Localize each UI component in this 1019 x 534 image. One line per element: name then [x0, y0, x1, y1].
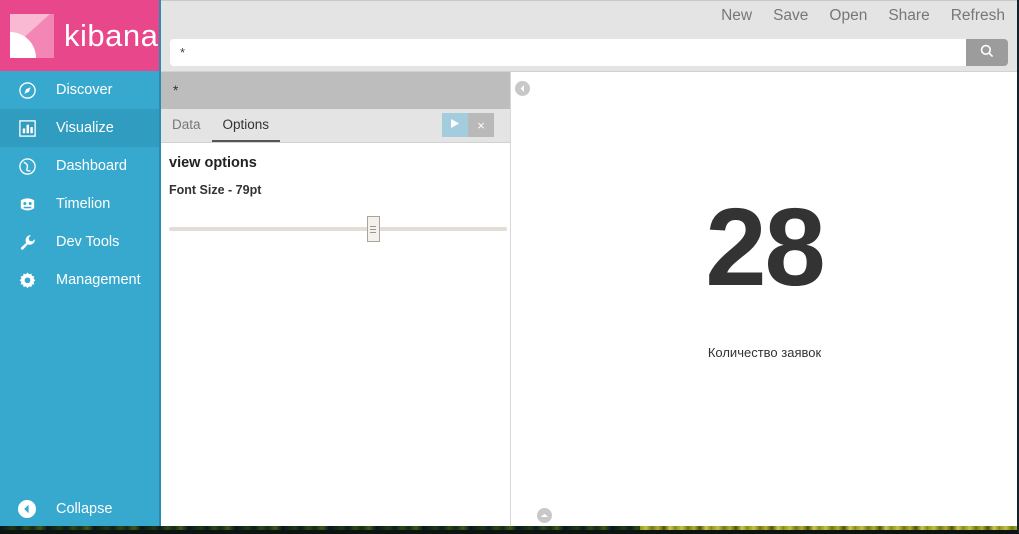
sidebar-item-dashboard[interactable]: Dashboard [0, 147, 159, 185]
options-body: view options Font Size - 79pt [161, 143, 510, 242]
font-size-label: Font Size - 79pt [169, 183, 262, 197]
sidebar-item-timelion[interactable]: Timelion [0, 185, 159, 223]
visualization-area: 28 Количество заявок [512, 72, 1017, 530]
top-bar: New Save Open Share Refresh [161, 0, 1017, 72]
bottom-image-strip [0, 526, 1017, 530]
search-icon [979, 43, 995, 62]
brand-name: kibana [64, 17, 159, 53]
wrench-icon [14, 231, 40, 253]
sidebar-item-label: Dev Tools [56, 233, 120, 250]
slider-handle[interactable] [366, 216, 380, 242]
bottom-image-strip-warm [640, 526, 1017, 530]
nav-save-button[interactable]: Save [773, 7, 808, 25]
font-size-slider[interactable] [169, 216, 507, 242]
chevron-up-circle-icon [540, 507, 549, 525]
bar-chart-icon [14, 117, 40, 139]
expand-panel-button[interactable] [537, 508, 552, 523]
nav-refresh-button[interactable]: Refresh [951, 7, 1005, 25]
panel-header-title: * [173, 83, 179, 98]
editor-tabs: Data Options × [161, 109, 510, 143]
apply-changes-button[interactable] [442, 113, 468, 137]
sidebar-item-visualize[interactable]: Visualize [0, 109, 159, 147]
top-nav-links: New Save Open Share Refresh [721, 7, 1005, 25]
panel-header: * [161, 72, 510, 109]
sidebar-item-management[interactable]: Management [0, 261, 159, 299]
kibana-k-logo-icon [6, 10, 58, 62]
editor-action-buttons: × [442, 113, 494, 137]
sidebar-item-label: Visualize [56, 119, 114, 136]
kibana-app: kibana Discover Visualize Dashboard Time… [0, 0, 1019, 534]
view-options-title: view options [169, 155, 257, 171]
timelion-icon [14, 193, 40, 215]
sidebar-item-label: Timelion [56, 195, 111, 212]
play-triangle-icon [450, 116, 460, 134]
topbar-divider [161, 0, 1017, 1]
close-x-icon: × [477, 117, 485, 133]
tab-data-label: Data [172, 117, 201, 132]
sidebar-item-discover[interactable]: Discover [0, 71, 159, 109]
sidebar-item-label: Discover [56, 81, 113, 98]
tab-options-label: Options [222, 117, 270, 132]
editor-panel: * Data Options × view options Font Size … [161, 72, 511, 530]
query-bar [170, 39, 1008, 66]
editor-collapse-button[interactable] [515, 81, 530, 96]
nav-new-button[interactable]: New [721, 7, 752, 25]
sidebar: kibana Discover Visualize Dashboard Time… [0, 0, 161, 530]
tab-data[interactable]: Data [161, 117, 212, 142]
tab-options[interactable]: Options [211, 117, 281, 142]
compass-icon [14, 79, 40, 101]
chevron-left-circle-icon [14, 498, 40, 520]
slider-track[interactable] [169, 227, 507, 231]
brand-header: kibana [0, 0, 159, 71]
metric-label: Количество заявок [707, 344, 822, 360]
search-submit-button[interactable] [966, 39, 1008, 66]
sidebar-collapse-label: Collapse [56, 500, 113, 517]
nav-open-button[interactable]: Open [829, 7, 867, 25]
metric-value: 28 [705, 185, 825, 309]
metric-visualization: 28 Количество заявок [512, 72, 1017, 530]
globe-icon [14, 155, 40, 177]
nav-share-button[interactable]: Share [888, 7, 929, 25]
gear-icon [14, 269, 40, 291]
discard-changes-button[interactable]: × [468, 113, 494, 137]
search-input[interactable] [170, 39, 966, 66]
sidebar-item-label: Dashboard [56, 157, 127, 174]
sidebar-item-label: Management [56, 271, 141, 288]
sidebar-collapse-button[interactable]: Collapse [0, 488, 159, 530]
sidebar-item-dev-tools[interactable]: Dev Tools [0, 223, 159, 261]
chevron-left-circle-icon [518, 80, 527, 98]
